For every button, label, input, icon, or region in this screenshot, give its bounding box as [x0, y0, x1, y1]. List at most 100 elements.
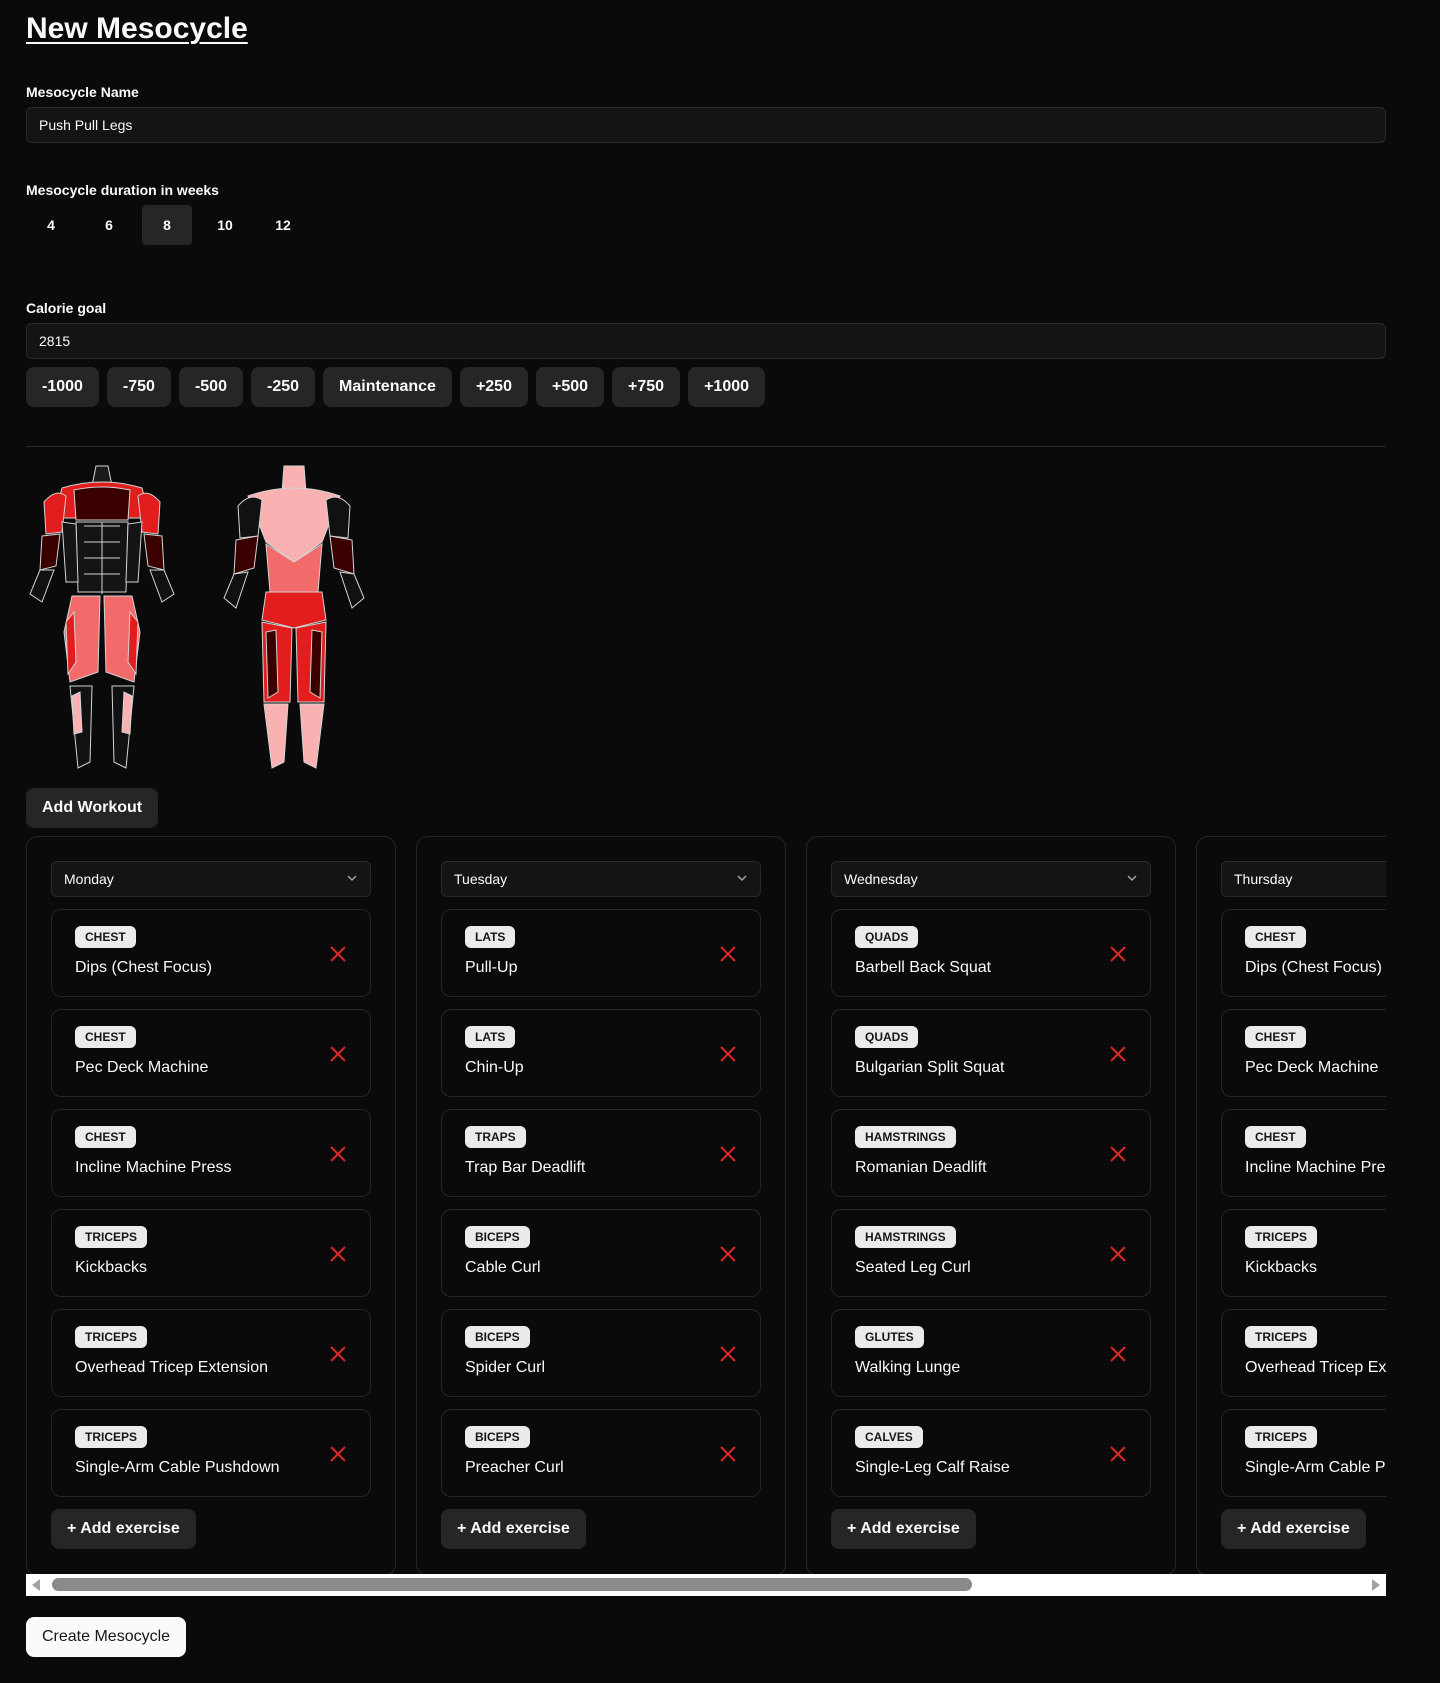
add-exercise-button[interactable]: + Add exercise [441, 1509, 586, 1549]
muscle-tag: QUADS [855, 926, 919, 948]
exercise-name: Cable Curl [465, 1259, 541, 1276]
scrollbar-thumb[interactable] [52, 1578, 972, 1591]
calorie-adjust-button[interactable]: +1000 [688, 367, 766, 407]
calorie-adjust-button[interactable]: +500 [535, 367, 605, 407]
week-option-6[interactable]: 6 [84, 205, 134, 245]
close-icon[interactable] [718, 1144, 738, 1164]
week-option-12[interactable]: 12 [258, 205, 308, 245]
close-icon[interactable] [718, 1244, 738, 1264]
add-exercise-button[interactable]: + Add exercise [831, 1509, 976, 1549]
close-icon[interactable] [1108, 1444, 1128, 1464]
week-option-8[interactable]: 8 [142, 205, 192, 245]
close-icon[interactable] [328, 1244, 348, 1264]
close-icon[interactable] [328, 944, 348, 964]
exercise-card: TRICEPS Kickbacks [51, 1209, 371, 1297]
muscle-tag: HAMSTRINGS [855, 1126, 956, 1148]
close-icon[interactable] [1108, 1044, 1128, 1064]
close-icon[interactable] [328, 1144, 348, 1164]
calorie-adjust-buttons: -1000 -750 -500 -250 Maintenance +250 +500 +750… [26, 367, 766, 407]
workouts-scroll-area[interactable]: Monday CHEST Dips (Chest Focus) CHEST Pec De… [26, 836, 1386, 1576]
close-icon[interactable] [1108, 1344, 1128, 1364]
exercise-name: Bulgarian Split Squat [855, 1059, 1005, 1076]
workout-column: Monday CHEST Dips (Chest Focus) CHEST Pec De… [26, 836, 396, 1576]
exercise-name: Preacher Curl [465, 1459, 564, 1476]
exercise-card: CALVES Single-Leg Calf Raise [831, 1409, 1151, 1497]
calorie-adjust-button[interactable]: +250 [459, 367, 528, 407]
close-icon[interactable] [1108, 944, 1128, 964]
muscle-tag: CHEST [1245, 1126, 1306, 1148]
calorie-adjust-button[interactable]: -1000 [26, 367, 99, 407]
week-option-4[interactable]: 4 [26, 205, 76, 245]
close-icon[interactable] [718, 1044, 738, 1064]
exercise-card: CHEST Incline Machine Press [51, 1109, 371, 1197]
close-icon[interactable] [718, 944, 738, 964]
exercise-card: QUADS Barbell Back Squat [831, 909, 1151, 997]
scroll-right-arrow-icon[interactable] [1372, 1579, 1380, 1591]
exercise-card: CHEST Pec Deck Machine [51, 1009, 371, 1097]
exercise-card: BICEPS Spider Curl [441, 1309, 761, 1397]
exercise-card: TRICEPS Single-Arm Cable Pushdown [1221, 1409, 1386, 1497]
muscle-tag: TRICEPS [1245, 1426, 1318, 1448]
day-select[interactable]: Tuesday [441, 861, 761, 897]
page-title: New Mesocycle [26, 12, 248, 45]
add-exercise-button[interactable]: + Add exercise [1221, 1509, 1366, 1549]
exercise-card: CHEST Dips (Chest Focus) [1221, 909, 1386, 997]
close-icon[interactable] [1108, 1144, 1128, 1164]
close-icon[interactable] [718, 1444, 738, 1464]
close-icon[interactable] [328, 1344, 348, 1364]
back-muscle-map [223, 465, 365, 769]
exercise-name: Walking Lunge [855, 1359, 961, 1376]
chevron-down-icon [736, 871, 748, 887]
exercise-name: Seated Leg Curl [855, 1259, 971, 1276]
day-select-value: Wednesday [844, 871, 918, 887]
exercise-card: CHEST Pec Deck Machine [1221, 1009, 1386, 1097]
day-select-value: Tuesday [454, 871, 508, 887]
chevron-down-icon [346, 871, 358, 887]
exercise-name: Kickbacks [1245, 1259, 1318, 1276]
exercise-card: HAMSTRINGS Seated Leg Curl [831, 1209, 1151, 1297]
exercise-name: Romanian Deadlift [855, 1159, 987, 1176]
exercise-name: Pec Deck Machine [1245, 1059, 1379, 1076]
calorie-adjust-button[interactable]: -500 [178, 367, 243, 407]
muscle-tag: CHEST [75, 926, 136, 948]
day-select[interactable]: Wednesday [831, 861, 1151, 897]
add-workout-button[interactable]: Add Workout [26, 788, 159, 828]
workout-column: Tuesday LATS Pull-Up LATS Chin-Up TRAPS Trap B… [416, 836, 786, 1576]
calorie-adjust-button[interactable]: -250 [250, 367, 316, 407]
exercise-card: TRAPS Trap Bar Deadlift [441, 1109, 761, 1197]
muscle-tag: LATS [465, 926, 516, 948]
mesocycle-name-input[interactable]: Push Pull Legs [26, 107, 1386, 143]
close-icon[interactable] [328, 1044, 348, 1064]
exercise-card: LATS Chin-Up [441, 1009, 761, 1097]
exercise-name: Trap Bar Deadlift [465, 1159, 586, 1176]
exercise-card: TRICEPS Kickbacks [1221, 1209, 1386, 1297]
week-option-10[interactable]: 10 [200, 205, 250, 245]
exercise-name: Pull-Up [465, 959, 518, 976]
calorie-adjust-button[interactable]: Maintenance [323, 367, 452, 407]
day-select[interactable]: Thursday [1221, 861, 1386, 897]
section-divider [26, 446, 1386, 447]
muscle-tag: CHEST [1245, 926, 1306, 948]
muscle-tag: LATS [465, 1026, 516, 1048]
day-select-value: Thursday [1234, 871, 1293, 887]
muscle-tag: TRICEPS [75, 1326, 148, 1348]
muscle-tag: GLUTES [855, 1326, 924, 1348]
exercise-card: TRICEPS Overhead Tricep Extension [1221, 1309, 1386, 1397]
scroll-left-arrow-icon[interactable] [32, 1579, 40, 1591]
exercise-card: BICEPS Cable Curl [441, 1209, 761, 1297]
close-icon[interactable] [718, 1344, 738, 1364]
add-exercise-button[interactable]: + Add exercise [51, 1509, 196, 1549]
create-mesocycle-button[interactable]: Create Mesocycle [26, 1617, 187, 1657]
front-muscle-map [29, 465, 175, 769]
calorie-adjust-button[interactable]: +750 [612, 367, 681, 407]
exercise-card: LATS Pull-Up [441, 909, 761, 997]
workout-column: Thursday CHEST Dips (Chest Focus) CHEST Pec … [1196, 836, 1386, 1576]
close-icon[interactable] [328, 1444, 348, 1464]
calorie-adjust-button[interactable]: -750 [106, 367, 171, 407]
duration-label: Mesocycle duration in weeks [26, 182, 219, 198]
exercise-card: CHEST Dips (Chest Focus) [51, 909, 371, 997]
day-select[interactable]: Monday [51, 861, 371, 897]
close-icon[interactable] [1108, 1244, 1128, 1264]
horizontal-scrollbar[interactable] [26, 1574, 1386, 1596]
calorie-goal-input[interactable]: 2815 [26, 323, 1386, 359]
